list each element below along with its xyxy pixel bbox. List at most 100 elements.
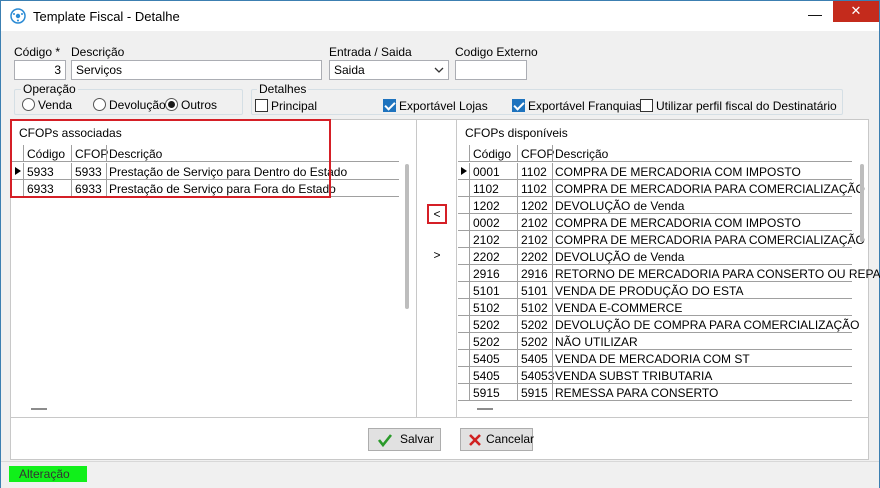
chevron-down-icon (434, 67, 444, 73)
codigo-label: Código * (14, 45, 61, 59)
exportavel-lojas-checkbox[interactable] (383, 99, 396, 112)
disponiveis-cell-cfop: 2102 (521, 233, 548, 247)
disponiveis-horizontal-scrollbar[interactable] (477, 408, 493, 410)
disponiveis-cell-cfop: 1102 (521, 182, 547, 196)
disponiveis-grid-header: Código CFOP Descrição (458, 145, 852, 162)
disponiveis-cell-descricao: DEVOLUÇÃO de Venda (555, 250, 685, 264)
disponiveis-row[interactable]: 1202 1202 DEVOLUÇÃO de Venda (458, 197, 852, 214)
minimize-icon: — (808, 6, 822, 22)
disponiveis-cell-descricao: NÃO UTILIZAR (555, 335, 638, 349)
close-button[interactable]: ✕ (833, 1, 879, 22)
disponiveis-cell-cfop: 5202 (521, 335, 548, 349)
disponiveis-cell-descricao: VENDA DE MERCADORIA COM ST (555, 352, 750, 366)
radio-venda[interactable] (22, 98, 35, 111)
disponiveis-cell-codigo: 2916 (473, 267, 500, 281)
cfops-disponiveis-title: CFOPs disponíveis (465, 126, 568, 140)
disponiveis-row[interactable]: 5405 54053 VENDA SUBST TRIBUTARIA (458, 367, 852, 384)
associadas-vertical-scrollbar[interactable] (405, 164, 409, 309)
disponiveis-row[interactable]: 5405 5405 VENDA DE MERCADORIA COM ST (458, 350, 852, 367)
disponiveis-cell-descricao: DEVOLUÇÃO DE COMPRA PARA COMERCIALIZAÇÃO (555, 318, 860, 332)
status-badge: Alteração (9, 466, 87, 482)
utilizar-perfil-label: Utilizar perfil fiscal do Destinatário (656, 99, 837, 113)
disponiveis-cell-codigo: 0002 (473, 216, 500, 230)
disponiveis-header-descricao[interactable]: Descrição (555, 147, 608, 161)
disponiveis-cell-cfop: 5915 (521, 386, 548, 400)
entrada-saida-value: Saida (334, 63, 365, 77)
cfops-disponiveis-panel: CFOPs disponíveis Código CFOP Descrição … (456, 119, 880, 418)
add-cfop-button[interactable]: < (427, 204, 447, 224)
utilizar-perfil-checkbox[interactable] (640, 99, 653, 112)
associadas-horizontal-scrollbar[interactable] (31, 408, 47, 410)
disponiveis-row[interactable]: 2102 2102 COMPRA DE MERCADORIA PARA COMERC… (458, 231, 865, 248)
disponiveis-row[interactable]: 2202 2202 DEVOLUÇÃO de Venda (458, 248, 852, 265)
disponiveis-row[interactable]: 0002 2102 COMPRA DE MERCADORIA COM IMPOSTO (458, 214, 852, 231)
disponiveis-cell-descricao: VENDA DE PRODUÇÃO DO ESTA (555, 284, 744, 298)
remove-cfop-button[interactable]: > (427, 246, 447, 266)
disponiveis-row[interactable]: 5102 5102 VENDA E-COMMERCE (458, 299, 852, 316)
transfer-column (417, 119, 456, 418)
codigo-externo-field[interactable] (455, 60, 527, 80)
codigo-field[interactable]: 3 (14, 60, 66, 80)
disponiveis-cell-descricao: RETORNO DE MERCADORIA PARA CONSERTO OU R… (555, 267, 880, 281)
disponiveis-cell-codigo: 5101 (473, 284, 500, 298)
status-bar: Alteração (1, 461, 879, 488)
disponiveis-cell-codigo: 1102 (473, 182, 499, 196)
detalhes-title: Detalhes (257, 82, 309, 96)
disponiveis-cell-descricao: COMPRA DE MERCADORIA PARA COMERCIALIZAÇÃ… (555, 182, 865, 196)
disponiveis-header-codigo[interactable]: Código (473, 147, 511, 161)
disponiveis-cell-codigo: 0001 (473, 165, 500, 179)
disponiveis-cell-codigo: 5915 (473, 386, 500, 400)
highlight-box-associadas (10, 119, 331, 198)
principal-checkbox[interactable] (255, 99, 268, 112)
disponiveis-cell-cfop: 5102 (521, 301, 548, 315)
exportavel-franquias-label: Exportável Franquias (528, 99, 642, 113)
disponiveis-header-cfop[interactable]: CFOP (521, 147, 554, 161)
disponiveis-cell-codigo: 5102 (473, 301, 500, 315)
disponiveis-row[interactable]: 2916 2916 RETORNO DE MERCADORIA PARA CONSE… (458, 265, 880, 282)
radio-outros-label: Outros (181, 98, 218, 112)
descricao-field[interactable]: Serviços (71, 60, 322, 80)
entrada-saida-select[interactable]: Saida (329, 60, 449, 80)
disponiveis-cell-cfop: 1102 (521, 165, 547, 179)
radio-outros[interactable] (165, 98, 178, 111)
main-window: Template Fiscal - Detalhe — ✕ Código * 3… (0, 0, 880, 488)
disponiveis-cell-descricao: VENDA SUBST TRIBUTARIA (555, 369, 713, 383)
disponiveis-cell-codigo: 5405 (473, 352, 500, 366)
disponiveis-cell-cfop: 54053 (521, 369, 555, 383)
disponiveis-cell-descricao: COMPRA DE MERCADORIA COM IMPOSTO (555, 165, 801, 179)
exportavel-lojas-label: Exportável Lojas (399, 99, 488, 113)
radio-devolucao[interactable] (93, 98, 106, 111)
checkmark-icon (377, 434, 393, 448)
disponiveis-cell-descricao: DEVOLUÇÃO de Venda (555, 199, 685, 213)
salvar-button[interactable]: Salvar (368, 428, 441, 451)
disponiveis-row[interactable]: 5202 5202 DEVOLUÇÃO DE COMPRA PARA COMERCI… (458, 316, 860, 333)
disponiveis-cell-codigo: 5202 (473, 335, 500, 349)
disponiveis-row[interactable]: 5202 5202 NÃO UTILIZAR (458, 333, 852, 350)
principal-label: Principal (271, 99, 318, 113)
exportavel-franquias-checkbox[interactable] (512, 99, 525, 112)
disponiveis-cell-descricao: REMESSA PARA CONSERTO (555, 386, 719, 400)
disponiveis-cell-cfop: 2202 (521, 250, 548, 264)
title-bar: Template Fiscal - Detalhe — ✕ (1, 1, 879, 31)
minimize-button[interactable]: — (797, 1, 833, 31)
descricao-label: Descrição (71, 45, 125, 59)
app-logo-icon (10, 8, 26, 24)
disponiveis-row[interactable]: 5101 5101 VENDA DE PRODUÇÃO DO ESTA (458, 282, 852, 299)
disponiveis-cell-cfop: 5101 (521, 284, 548, 298)
salvar-label: Salvar (400, 432, 435, 446)
disponiveis-cell-cfop: 2102 (521, 216, 548, 230)
disponiveis-vertical-scrollbar[interactable] (860, 164, 864, 242)
cancel-x-icon (469, 434, 481, 446)
disponiveis-cell-codigo: 5202 (473, 318, 500, 332)
radio-devolucao-label: Devolução (109, 98, 166, 112)
current-row-indicator-icon (461, 167, 467, 175)
disponiveis-row[interactable]: 0001 1102 COMPRA DE MERCADORIA COM IMPOSTO (458, 163, 852, 180)
disponiveis-cell-cfop: 2916 (521, 267, 548, 281)
radio-venda-label: Venda (38, 98, 73, 112)
disponiveis-row[interactable]: 1102 1102 COMPRA DE MERCADORIA PARA COMERC… (458, 180, 865, 197)
cancelar-button[interactable]: Cancelar (460, 428, 534, 451)
disponiveis-cell-codigo: 2102 (473, 233, 500, 247)
disponiveis-cell-codigo: 2202 (473, 250, 500, 264)
disponiveis-cell-codigo: 5405 (473, 369, 500, 383)
disponiveis-row[interactable]: 5915 5915 REMESSA PARA CONSERTO (458, 384, 852, 401)
